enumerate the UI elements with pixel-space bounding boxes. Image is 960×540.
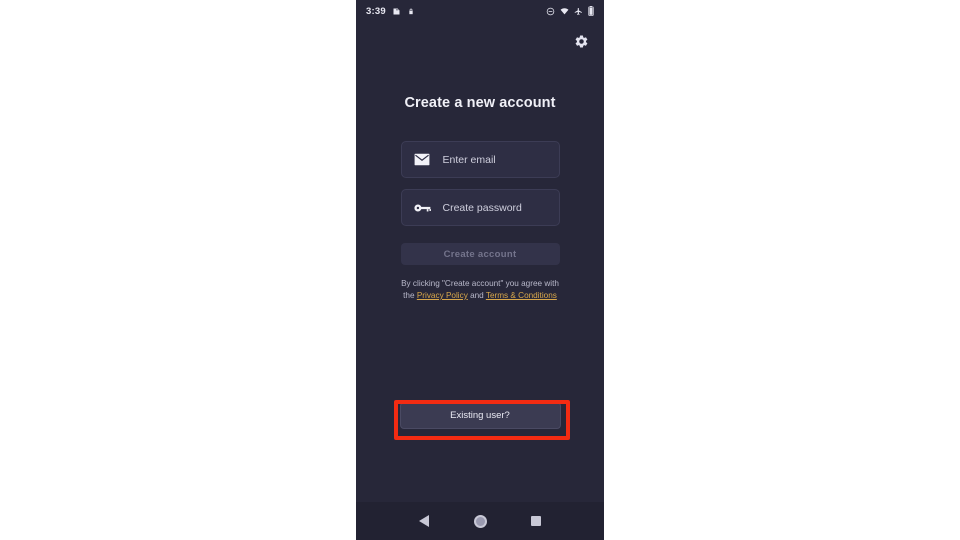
nav-home-button[interactable] [469, 510, 491, 532]
page-title: Create a new account [404, 95, 556, 111]
back-triangle-icon [419, 515, 429, 527]
key-icon [413, 199, 431, 216]
nav-back-button[interactable] [413, 510, 435, 532]
existing-user-row: Existing user? [356, 402, 604, 429]
nav-recents-button[interactable] [525, 510, 547, 532]
privacy-policy-link[interactable]: Privacy Policy [417, 291, 468, 300]
sd-card-icon [393, 8, 400, 14]
gear-icon [575, 34, 587, 48]
status-bar: 3:39 [356, 0, 604, 22]
airplane-mode-icon [574, 7, 582, 15]
do-not-disturb-icon [546, 7, 555, 15]
status-clock: 3:39 [366, 5, 386, 17]
password-field[interactable]: Create password [400, 189, 560, 226]
phone-screen: 3:39 Create a new account Enter email Cr… [356, 0, 604, 540]
existing-user-button[interactable]: Existing user? [399, 402, 561, 429]
wifi-icon [560, 8, 569, 15]
settings-button[interactable] [570, 30, 592, 52]
lock-icon [409, 8, 413, 14]
legal-text: By clicking "Create account" you agree w… [398, 278, 563, 302]
email-input-placeholder: Enter email [442, 153, 496, 166]
legal-conjunction: and [467, 290, 486, 300]
email-field[interactable]: Enter email [400, 141, 560, 178]
terms-conditions-link[interactable]: Terms & Conditions [486, 291, 557, 300]
home-circle-icon [473, 514, 487, 528]
status-bar-left: 3:39 [366, 6, 415, 17]
android-nav-bar [356, 502, 604, 540]
create-account-button[interactable]: Create account [400, 243, 560, 265]
status-bar-right [546, 6, 594, 16]
signup-content: Create a new account Enter email Create … [356, 95, 604, 302]
recents-square-icon [531, 516, 541, 526]
envelope-icon [414, 151, 431, 168]
password-input-placeholder: Create password [442, 201, 522, 214]
battery-icon [588, 6, 594, 16]
